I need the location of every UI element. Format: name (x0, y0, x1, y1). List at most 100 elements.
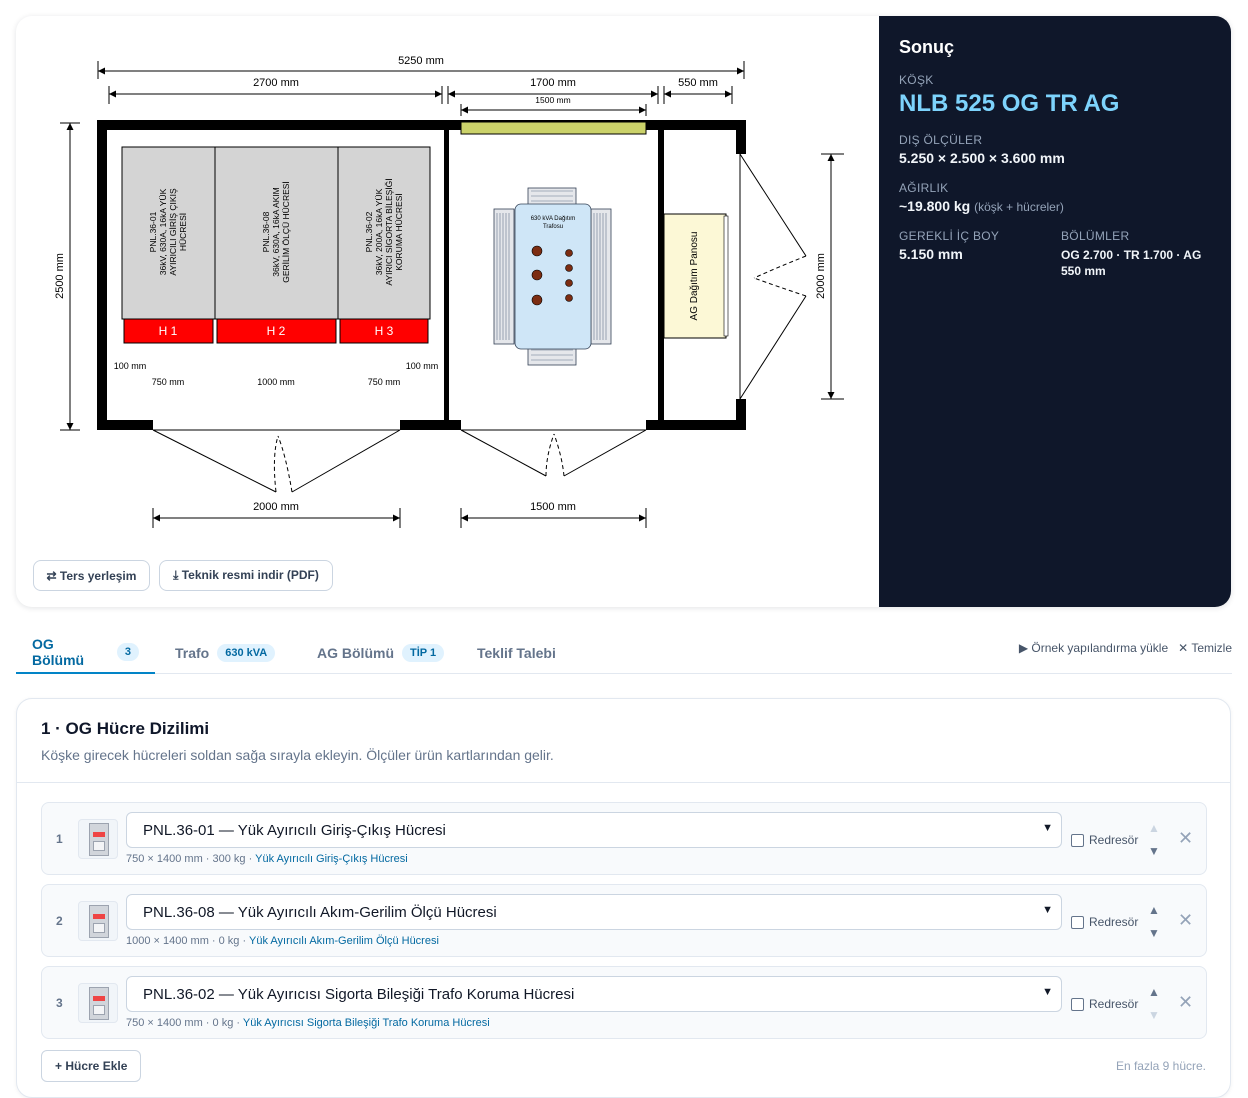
tab-ag-badge: TİP 1 (402, 643, 445, 662)
dim-door-og: 2000 mm (253, 501, 299, 513)
length-block: GEREKLİ İÇ BOY 5.150 mm (899, 229, 1061, 279)
sections-value: OG 2.700 · TR 1.700 · AG 550 mm (1061, 248, 1202, 278)
move-down-icon[interactable]: ▼ (1148, 926, 1160, 940)
cell-code-h1: H 1 (159, 324, 178, 338)
section-title: 1 · OG Hücre Dizilimi (41, 719, 210, 738)
download-pdf-button[interactable]: ⤓ Teknik resmi indir (PDF) (159, 560, 333, 591)
dim-cell3: 750 mm (368, 377, 401, 387)
cell-select-value: PNL.36-02 — Yük Ayırıcısı Sigorta Bileşi… (143, 985, 575, 1003)
checkbox-box[interactable] (1071, 997, 1084, 1011)
cell-product-link[interactable]: Yük Ayırıcılı Giriş-Çıkış Hücresi (255, 853, 408, 865)
product-thumbnail (78, 819, 118, 859)
cell2-line3: GERİLİM ÖLÇÜ HÜCRESİ (281, 181, 291, 283)
dim-height: 2500 mm (54, 253, 66, 299)
reverse-layout-button[interactable]: ⇄ Ters yerleşim (33, 560, 150, 591)
cell-meta-text: 750 × 1400 mm · 0 kg · (126, 1017, 243, 1029)
cell2-line2: 36kV, 630A, 16kA AKIM (271, 187, 281, 276)
move-up-icon[interactable]: ▲ (1148, 821, 1160, 835)
cell-code-h3: H 3 (375, 324, 394, 338)
dim-og: 2700 mm (253, 77, 299, 89)
cell1-line4: HÜCRESİ (178, 213, 188, 251)
tab-trafo-label: Trafo (175, 644, 210, 661)
load-example-button[interactable]: ▶ Örnek yapılandırma yükle (1019, 641, 1168, 655)
section-subtitle: Köşke girecek hücreleri soldan sağa sıra… (41, 747, 554, 763)
cell-row: 2 PNL.36-08 — Yük Ayırıcılı Akım-Gerilim… (41, 884, 1207, 957)
move-up-icon[interactable]: ▲ (1148, 903, 1160, 917)
transformer-label-2: Trafosu (543, 224, 563, 230)
cell-meta-text: 1000 × 1400 mm · 0 kg · (126, 935, 250, 947)
section-header: 1 · OG Hücre Dizilimi Köşke girecek hücr… (17, 699, 1230, 783)
cell1-line1: PNL.36-01 (148, 211, 158, 252)
dim-tr: 1700 mm (530, 77, 576, 89)
weight-row: ~19.800 kg (köşk + hücreler) (899, 198, 1211, 214)
chevron-down-icon: ▼ (1042, 986, 1053, 998)
remove-icon[interactable]: ✕ (1178, 992, 1193, 1013)
configurator-card: H 1 H 2 H 3 PNL.36-01 36kV, 630A, 16kA Y… (16, 16, 1231, 607)
cell3-line3: AYIRICI SİGORTA BİLEŞİĞİ (384, 178, 394, 285)
dim-cell1: 750 mm (152, 377, 185, 387)
checkbox-box[interactable] (1071, 915, 1084, 929)
rectifier-label: Redresör (1089, 915, 1139, 929)
tab-actions: ▶ Örnek yapılandırma yükle ✕ Temizle (1019, 641, 1232, 655)
tab-og[interactable]: OG Bölümü 3 (16, 631, 155, 674)
move-up-icon[interactable]: ▲ (1148, 985, 1160, 999)
move-down-icon[interactable]: ▼ (1148, 1008, 1160, 1022)
move-down-icon[interactable]: ▼ (1148, 844, 1160, 858)
dim-cell2: 1000 mm (257, 377, 295, 387)
technical-drawing: H 1 H 2 H 3 PNL.36-01 36kV, 630A, 16kA Y… (16, 16, 879, 607)
cell-code-h2: H 2 (267, 324, 286, 338)
checkbox-box[interactable] (1071, 833, 1084, 847)
transformer-label-1: 630 kVA Dağıtım (531, 216, 576, 222)
ag-panel-label: AG Dağıtım Panosu (689, 232, 700, 321)
sections-label: BÖLÜMLER (1061, 229, 1130, 243)
tab-og-label: OG Bölümü (32, 635, 85, 668)
row-index: 1 (56, 832, 63, 846)
dims-label: DIŞ ÖLÇÜLER (899, 133, 983, 147)
remove-icon[interactable]: ✕ (1178, 828, 1193, 849)
rectifier-label: Redresör (1089, 997, 1139, 1011)
remove-icon[interactable]: ✕ (1178, 910, 1193, 931)
weight-value: ~19.800 kg (899, 198, 971, 214)
chevron-down-icon: ▼ (1042, 822, 1053, 834)
length-value: 5.150 mm (899, 246, 963, 262)
tab-og-badge: 3 (116, 642, 139, 661)
rectifier-checkbox[interactable]: Redresör (1071, 997, 1138, 1011)
tab-ag-label: AG Bölümü (317, 644, 394, 661)
cell-select[interactable]: PNL.36-02 — Yük Ayırıcısı Sigorta Bileşi… (126, 976, 1062, 1012)
dim-tr-inner: 1500 mm (535, 95, 570, 105)
rectifier-checkbox[interactable]: Redresör (1071, 915, 1138, 929)
cell-product-link[interactable]: Yük Ayırıcısı Sigorta Bileşiği Trafo Kor… (243, 1017, 490, 1029)
cell-row: 1 PNL.36-01 — Yük Ayırıcılı Giriş-Çıkış … (41, 802, 1207, 875)
cell3-line4: KORUMA HÜCRESİ (394, 193, 404, 270)
cell-product-link[interactable]: Yük Ayırıcılı Akım-Gerilim Ölçü Hücresi (249, 935, 439, 947)
cell2-line1: PNL.36-08 (261, 211, 271, 252)
tab-trafo[interactable]: Trafo 630 kVA (159, 631, 291, 674)
tab-bar: OG Bölümü 3 Trafo 630 kVA AG Bölümü TİP … (16, 631, 1232, 674)
chevron-down-icon: ▼ (1042, 904, 1053, 916)
dim-door-tr: 1500 mm (530, 501, 576, 513)
rectifier-checkbox[interactable]: Redresör (1071, 833, 1138, 847)
cell1-line3: AYIRICILI GİRİŞ ÇIKIŞ (168, 188, 178, 276)
og-section-card: 1 · OG Hücre Dizilimi Köşke girecek hücr… (16, 698, 1231, 1098)
cell3-line2: 36kV, 200A, 16kA YÜK (374, 188, 384, 275)
cell1-line2: 36kV, 630A, 16kA YÜK (158, 188, 168, 275)
tab-quote-label: Teklif Talebi (477, 644, 556, 661)
tab-ag[interactable]: AG Bölümü TİP 1 (301, 631, 460, 674)
clear-button[interactable]: ✕ Temizle (1178, 641, 1232, 655)
product-thumbnail (78, 983, 118, 1023)
result-title: Sonuç (899, 37, 955, 57)
dim-door-height: 2000 mm (815, 253, 827, 299)
weight-label: AĞIRLIK (899, 181, 949, 195)
cell-meta: 750 × 1400 mm · 300 kg · Yük Ayırıcılı G… (126, 853, 408, 865)
cell-select[interactable]: PNL.36-08 — Yük Ayırıcılı Akım-Gerilim Ö… (126, 894, 1062, 930)
result-bottom-row: GEREKLİ İÇ BOY 5.150 mm BÖLÜMLER OG 2.70… (899, 229, 1211, 279)
cell-select[interactable]: PNL.36-01 — Yük Ayırıcılı Giriş-Çıkış Hü… (126, 812, 1062, 848)
tab-quote[interactable]: Teklif Talebi (461, 631, 572, 674)
dims-value: 5.250 × 2.500 × 3.600 mm (899, 150, 1065, 166)
cell-meta-text: 750 × 1400 mm · 300 kg · (126, 853, 256, 865)
dim-left-gap: 100 mm (114, 361, 147, 371)
kiosk-label: KÖŞK (899, 73, 934, 87)
rectifier-label: Redresör (1089, 833, 1139, 847)
add-cell-button[interactable]: + Hücre Ekle (41, 1050, 142, 1082)
cell-meta: 1000 × 1400 mm · 0 kg · Yük Ayırıcılı Ak… (126, 935, 439, 947)
